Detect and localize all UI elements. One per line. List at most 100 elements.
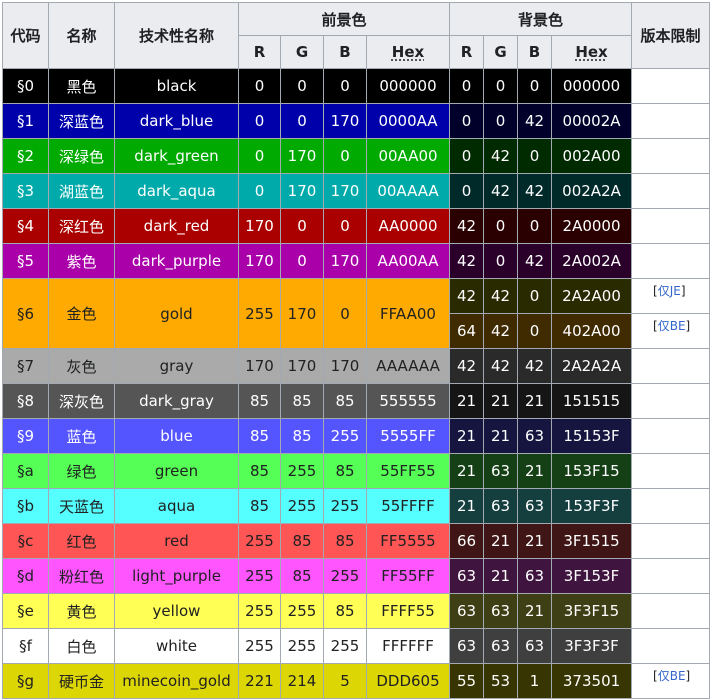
color-code: §3 [2, 173, 49, 209]
fg-hex-value: 0000AA [365, 103, 451, 139]
fg-hex-value: AA00AA [365, 243, 451, 279]
bg-hex-value: 373501 [551, 663, 633, 699]
bg-g-value: 42 [483, 278, 519, 314]
technical-name: black [114, 68, 239, 104]
table-row: §7 灰色 gray 170 170 170 AAAAAA 42 42 42 2A2A2A [2, 348, 710, 384]
fg-hex-value: 00AAAA [365, 173, 451, 209]
bg-g-value: 0 [483, 68, 519, 104]
version-limit-link[interactable]: 仅BE [658, 319, 686, 333]
color-code: §b [2, 488, 49, 524]
fg-r-value: 170 [238, 243, 281, 279]
color-name: 白色 [48, 628, 115, 664]
table-row: §e 黄色 yellow 255 255 85 FFFF55 63 63 21 3F3F15 [2, 593, 710, 629]
fg-b-value: 170 [323, 348, 367, 384]
bg-r-value: 64 [449, 313, 485, 349]
fg-b-value: 5 [323, 663, 367, 699]
fg-hex-value: 55FFFF [365, 488, 451, 524]
fg-r-value: 85 [238, 453, 281, 489]
table-row: §2 深绿色 dark_green 0 170 0 00AA00 0 42 0 002A00 [2, 138, 710, 174]
version-limit-cell [631, 173, 710, 209]
table-row: §4 深红色 dark_red 170 0 0 AA0000 42 0 0 2A0000 [2, 208, 710, 244]
header-code: 代码 [2, 2, 49, 69]
bg-b-value: 63 [517, 418, 553, 454]
fg-hex-value: 5555FF [365, 418, 451, 454]
header-fg-hex[interactable]: Hex [365, 35, 451, 69]
bg-b-value: 21 [517, 453, 553, 489]
bg-g-value: 42 [483, 313, 519, 349]
table-row: §5 紫色 dark_purple 170 0 170 AA00AA 42 0 42 2A002A [2, 243, 710, 279]
fg-r-value: 0 [238, 173, 281, 209]
bg-g-value: 63 [483, 593, 519, 629]
color-code: §g [2, 663, 49, 699]
fg-g-value: 255 [280, 628, 324, 664]
version-limit-cell [631, 453, 710, 489]
bg-r-value: 21 [449, 453, 485, 489]
fg-b-value: 85 [323, 523, 367, 559]
fg-hex-value: FF55FF [365, 558, 451, 594]
fg-b-value: 255 [323, 488, 367, 524]
bracket-close: ] [685, 319, 691, 333]
bg-b-value: 21 [517, 523, 553, 559]
fg-g-value: 170 [280, 138, 324, 174]
fg-g-value: 0 [280, 208, 324, 244]
fg-r-value: 0 [238, 138, 281, 174]
technical-name: dark_aqua [114, 173, 239, 209]
fg-g-value: 85 [280, 523, 324, 559]
color-code: §0 [2, 68, 49, 104]
table-row: §0 黑色 black 0 0 0 000000 0 0 0 000000 [2, 68, 710, 104]
fg-r-value: 85 [238, 418, 281, 454]
technical-name: dark_blue [114, 103, 239, 139]
version-limit-cell [631, 68, 710, 104]
fg-r-value: 255 [238, 558, 281, 594]
table-body: §0 黑色 black 0 0 0 000000 0 0 0 000000 §1 深蓝色 dark_blu… [2, 68, 710, 699]
header-bg-g: G [483, 35, 519, 69]
bg-hex-value: 2A0000 [551, 208, 633, 244]
bg-b-value: 63 [517, 628, 553, 664]
color-code-table: 代码 名称 技术性名称 前景色 背景色 版本限制 R G B Hex R G B… [2, 2, 710, 699]
technical-name: light_purple [114, 558, 239, 594]
version-limit-link[interactable]: 仅BE [658, 669, 686, 683]
bg-r-value: 21 [449, 488, 485, 524]
fg-b-value: 255 [323, 558, 367, 594]
bg-g-value: 63 [483, 628, 519, 664]
technical-name: yellow [114, 593, 239, 629]
bg-hex-value: 3F153F [551, 558, 633, 594]
fg-r-value: 85 [238, 488, 281, 524]
fg-b-value: 170 [323, 243, 367, 279]
version-limit-cell [631, 348, 710, 384]
bg-g-value: 63 [483, 488, 519, 524]
technical-name: green [114, 453, 239, 489]
technical-name: dark_green [114, 138, 239, 174]
bg-g-value: 63 [483, 453, 519, 489]
version-limit-cell [631, 523, 710, 559]
bg-b-value: 0 [517, 138, 553, 174]
fg-b-value: 170 [323, 103, 367, 139]
bg-g-value: 0 [483, 208, 519, 244]
bg-hex-value: 3F3F3F [551, 628, 633, 664]
bg-g-value: 21 [483, 383, 519, 419]
bg-b-value: 0 [517, 68, 553, 104]
version-limit-cell [631, 103, 710, 139]
header-bg-hex[interactable]: Hex [551, 35, 633, 69]
color-name: 蓝色 [48, 418, 115, 454]
color-name: 深灰色 [48, 383, 115, 419]
fg-b-value: 85 [323, 453, 367, 489]
fg-r-value: 170 [238, 208, 281, 244]
fg-hex-value: 000000 [365, 68, 451, 104]
version-limit-cell [631, 208, 710, 244]
header-bg-b: B [517, 35, 553, 69]
color-name: 深蓝色 [48, 103, 115, 139]
bg-hex-value: 000000 [551, 68, 633, 104]
technical-name: blue [114, 418, 239, 454]
table-row: §9 蓝色 blue 85 85 255 5555FF 21 21 63 15153F [2, 418, 710, 454]
bg-g-value: 21 [483, 523, 519, 559]
bg-b-value: 0 [517, 208, 553, 244]
bg-hex-value: 3F1515 [551, 523, 633, 559]
bg-hex-value: 15153F [551, 418, 633, 454]
bg-r-value: 0 [449, 103, 485, 139]
bg-r-value: 42 [449, 243, 485, 279]
technical-name: white [114, 628, 239, 664]
version-limit-link[interactable]: 仅JE [658, 284, 681, 298]
color-name: 紫色 [48, 243, 115, 279]
technical-name: gray [114, 348, 239, 384]
